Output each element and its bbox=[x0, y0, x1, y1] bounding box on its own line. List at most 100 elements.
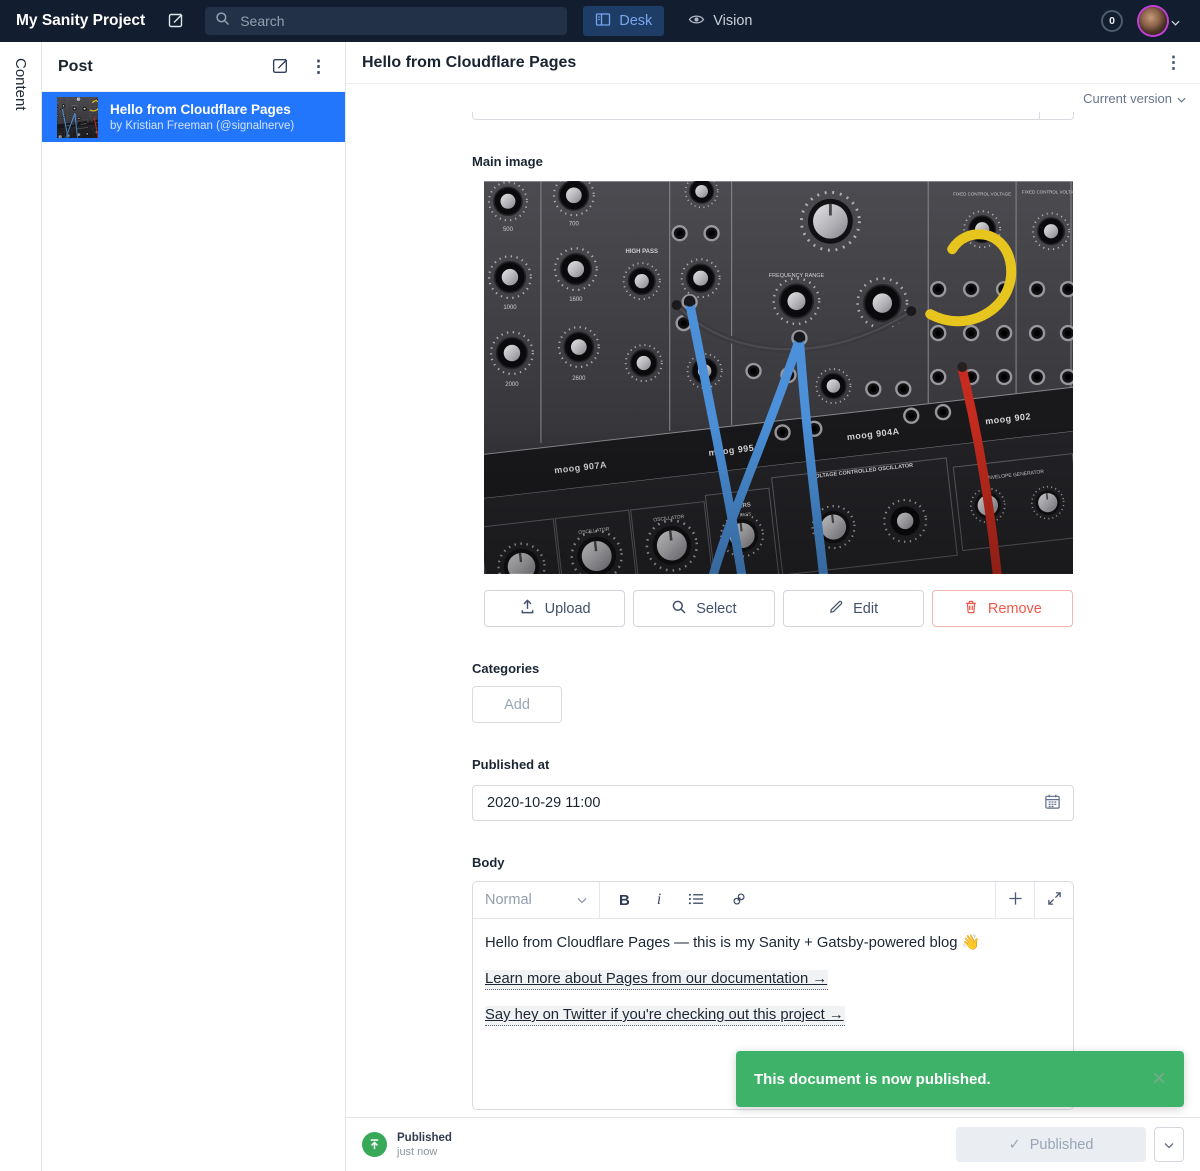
chevron-down-icon bbox=[1177, 91, 1186, 106]
tab-desk[interactable]: Desk bbox=[583, 6, 664, 36]
pane-title: Post bbox=[58, 58, 93, 76]
tab-desk-label: Desk bbox=[619, 13, 652, 29]
publish-status-icon bbox=[362, 1132, 387, 1157]
pane-header: Post ⋮ bbox=[42, 42, 345, 92]
trash-icon bbox=[963, 598, 979, 619]
edit-label: Edit bbox=[853, 601, 878, 617]
chevron-down-icon bbox=[1164, 1137, 1174, 1152]
search-icon bbox=[671, 599, 687, 619]
upload-icon bbox=[519, 598, 536, 619]
body-paragraph: Hello from Cloudflare Pages — this is my… bbox=[485, 933, 1061, 954]
pane-menu-button[interactable]: ⋮ bbox=[308, 58, 329, 75]
document-form: Main image Upload bbox=[346, 112, 1200, 1117]
user-menu-button[interactable] bbox=[1133, 6, 1186, 36]
eye-icon bbox=[688, 13, 705, 30]
twitter-link[interactable]: Say hey on Twitter if you're checking ou… bbox=[485, 1006, 845, 1026]
tab-vision-label: Vision bbox=[713, 13, 752, 29]
body-paragraph: Say hey on Twitter if you're checking ou… bbox=[485, 1005, 1061, 1026]
toolbar-right bbox=[995, 882, 1073, 918]
field-label-categories: Categories bbox=[472, 661, 1074, 676]
footer-actions: ✓ Published bbox=[956, 1127, 1184, 1162]
format-buttons: B i bbox=[600, 882, 766, 918]
slug-field-partial[interactable] bbox=[472, 112, 1074, 120]
kebab-icon: ⋮ bbox=[1165, 53, 1182, 72]
compose-icon bbox=[271, 56, 290, 78]
expand-icon bbox=[1047, 891, 1062, 909]
new-document-button[interactable] bbox=[167, 11, 185, 32]
publish-status-meta: Published just now bbox=[397, 1132, 452, 1158]
document-list-pane: Post ⋮ Hello fr bbox=[42, 42, 346, 1171]
chevron-down-icon bbox=[1171, 14, 1180, 29]
list-item-subtitle: by Kristian Freeman (@signalnerve) bbox=[110, 120, 294, 132]
expand-editor-button[interactable] bbox=[1034, 882, 1073, 918]
insert-block-button[interactable] bbox=[995, 882, 1034, 918]
calendar-picker-button[interactable] bbox=[1044, 793, 1061, 813]
publish-status-time: just now bbox=[397, 1146, 452, 1158]
upload-button[interactable]: Upload bbox=[484, 590, 625, 627]
document-footer: Published just now ✓ Published bbox=[346, 1117, 1200, 1171]
image-actions: Upload Select bbox=[484, 590, 1073, 627]
toast-close-button[interactable]: × bbox=[1152, 1067, 1166, 1091]
body-content[interactable]: Hello from Cloudflare Pages — this is my… bbox=[473, 919, 1073, 1055]
field-divider bbox=[1039, 112, 1040, 119]
version-selector[interactable]: Current version bbox=[346, 84, 1200, 112]
compose-icon bbox=[167, 11, 185, 32]
select-label: Select bbox=[696, 601, 736, 617]
document-menu-button[interactable]: ⋮ bbox=[1163, 54, 1184, 71]
project-title: My Sanity Project bbox=[16, 12, 145, 30]
close-icon: × bbox=[1152, 1065, 1166, 1092]
link-icon bbox=[731, 891, 747, 910]
chevron-down-icon bbox=[577, 892, 587, 908]
bullet-list-button[interactable] bbox=[688, 892, 704, 909]
text-style-select[interactable]: Normal bbox=[473, 882, 600, 918]
global-search bbox=[205, 7, 567, 35]
version-label: Current version bbox=[1083, 91, 1172, 106]
editor-toolbar: Normal B i bbox=[473, 882, 1073, 919]
plus-icon bbox=[1008, 891, 1023, 909]
search-icon bbox=[215, 11, 230, 31]
publish-button-label: Published bbox=[1030, 1137, 1094, 1153]
italic-button[interactable]: i bbox=[657, 891, 661, 909]
kebab-icon: ⋮ bbox=[310, 57, 327, 76]
pane-actions: ⋮ bbox=[271, 56, 329, 78]
toast-message: This document is now published. bbox=[754, 1071, 991, 1088]
document-title: Hello from Cloudflare Pages bbox=[362, 54, 576, 72]
list-item-post[interactable]: Hello from Cloudflare Pages by Kristian … bbox=[42, 92, 345, 142]
publish-toast: This document is now published. × bbox=[736, 1051, 1184, 1107]
remove-label: Remove bbox=[988, 601, 1042, 617]
main-image-photo[interactable] bbox=[484, 181, 1073, 574]
create-new-post-button[interactable] bbox=[271, 56, 290, 78]
docs-link[interactable]: Learn more about Pages from our document… bbox=[485, 970, 828, 990]
edit-button[interactable]: Edit bbox=[783, 590, 924, 627]
link-button[interactable] bbox=[731, 891, 747, 910]
sanity-studio-app: My Sanity Project Desk bbox=[0, 0, 1200, 1171]
list-icon bbox=[688, 892, 704, 909]
field-label-published-at: Published at bbox=[472, 757, 1074, 772]
add-category-button[interactable]: Add bbox=[472, 686, 562, 723]
calendar-icon bbox=[1044, 793, 1061, 813]
field-label-body: Body bbox=[472, 855, 1074, 870]
post-thumbnail bbox=[57, 97, 98, 138]
text-style-value: Normal bbox=[485, 892, 532, 908]
check-icon: ✓ bbox=[1009, 1137, 1021, 1153]
main-image-field bbox=[484, 181, 1073, 574]
search-input[interactable] bbox=[238, 12, 557, 30]
remove-button[interactable]: Remove bbox=[932, 590, 1073, 627]
publish-menu-button[interactable] bbox=[1154, 1127, 1184, 1162]
upload-label: Upload bbox=[545, 601, 591, 617]
published-at-input[interactable] bbox=[485, 794, 1044, 812]
body-paragraph: Learn more about Pages from our document… bbox=[485, 969, 1061, 990]
list-item-title: Hello from Cloudflare Pages bbox=[110, 102, 294, 118]
tab-content[interactable]: Content bbox=[12, 58, 29, 1171]
list-item-text: Hello from Cloudflare Pages by Kristian … bbox=[110, 102, 294, 132]
publish-status-title: Published bbox=[397, 1132, 452, 1144]
tab-vision[interactable]: Vision bbox=[682, 12, 758, 31]
select-button[interactable]: Select bbox=[633, 590, 774, 627]
publish-button[interactable]: ✓ Published bbox=[956, 1127, 1146, 1162]
avatar bbox=[1139, 7, 1167, 35]
published-at-field bbox=[472, 785, 1074, 821]
editor-header: Hello from Cloudflare Pages ⋮ bbox=[346, 42, 1200, 84]
field-label-main-image: Main image bbox=[472, 154, 1074, 169]
status-count-badge[interactable]: 0 bbox=[1101, 10, 1123, 32]
bold-button[interactable]: B bbox=[619, 892, 630, 909]
